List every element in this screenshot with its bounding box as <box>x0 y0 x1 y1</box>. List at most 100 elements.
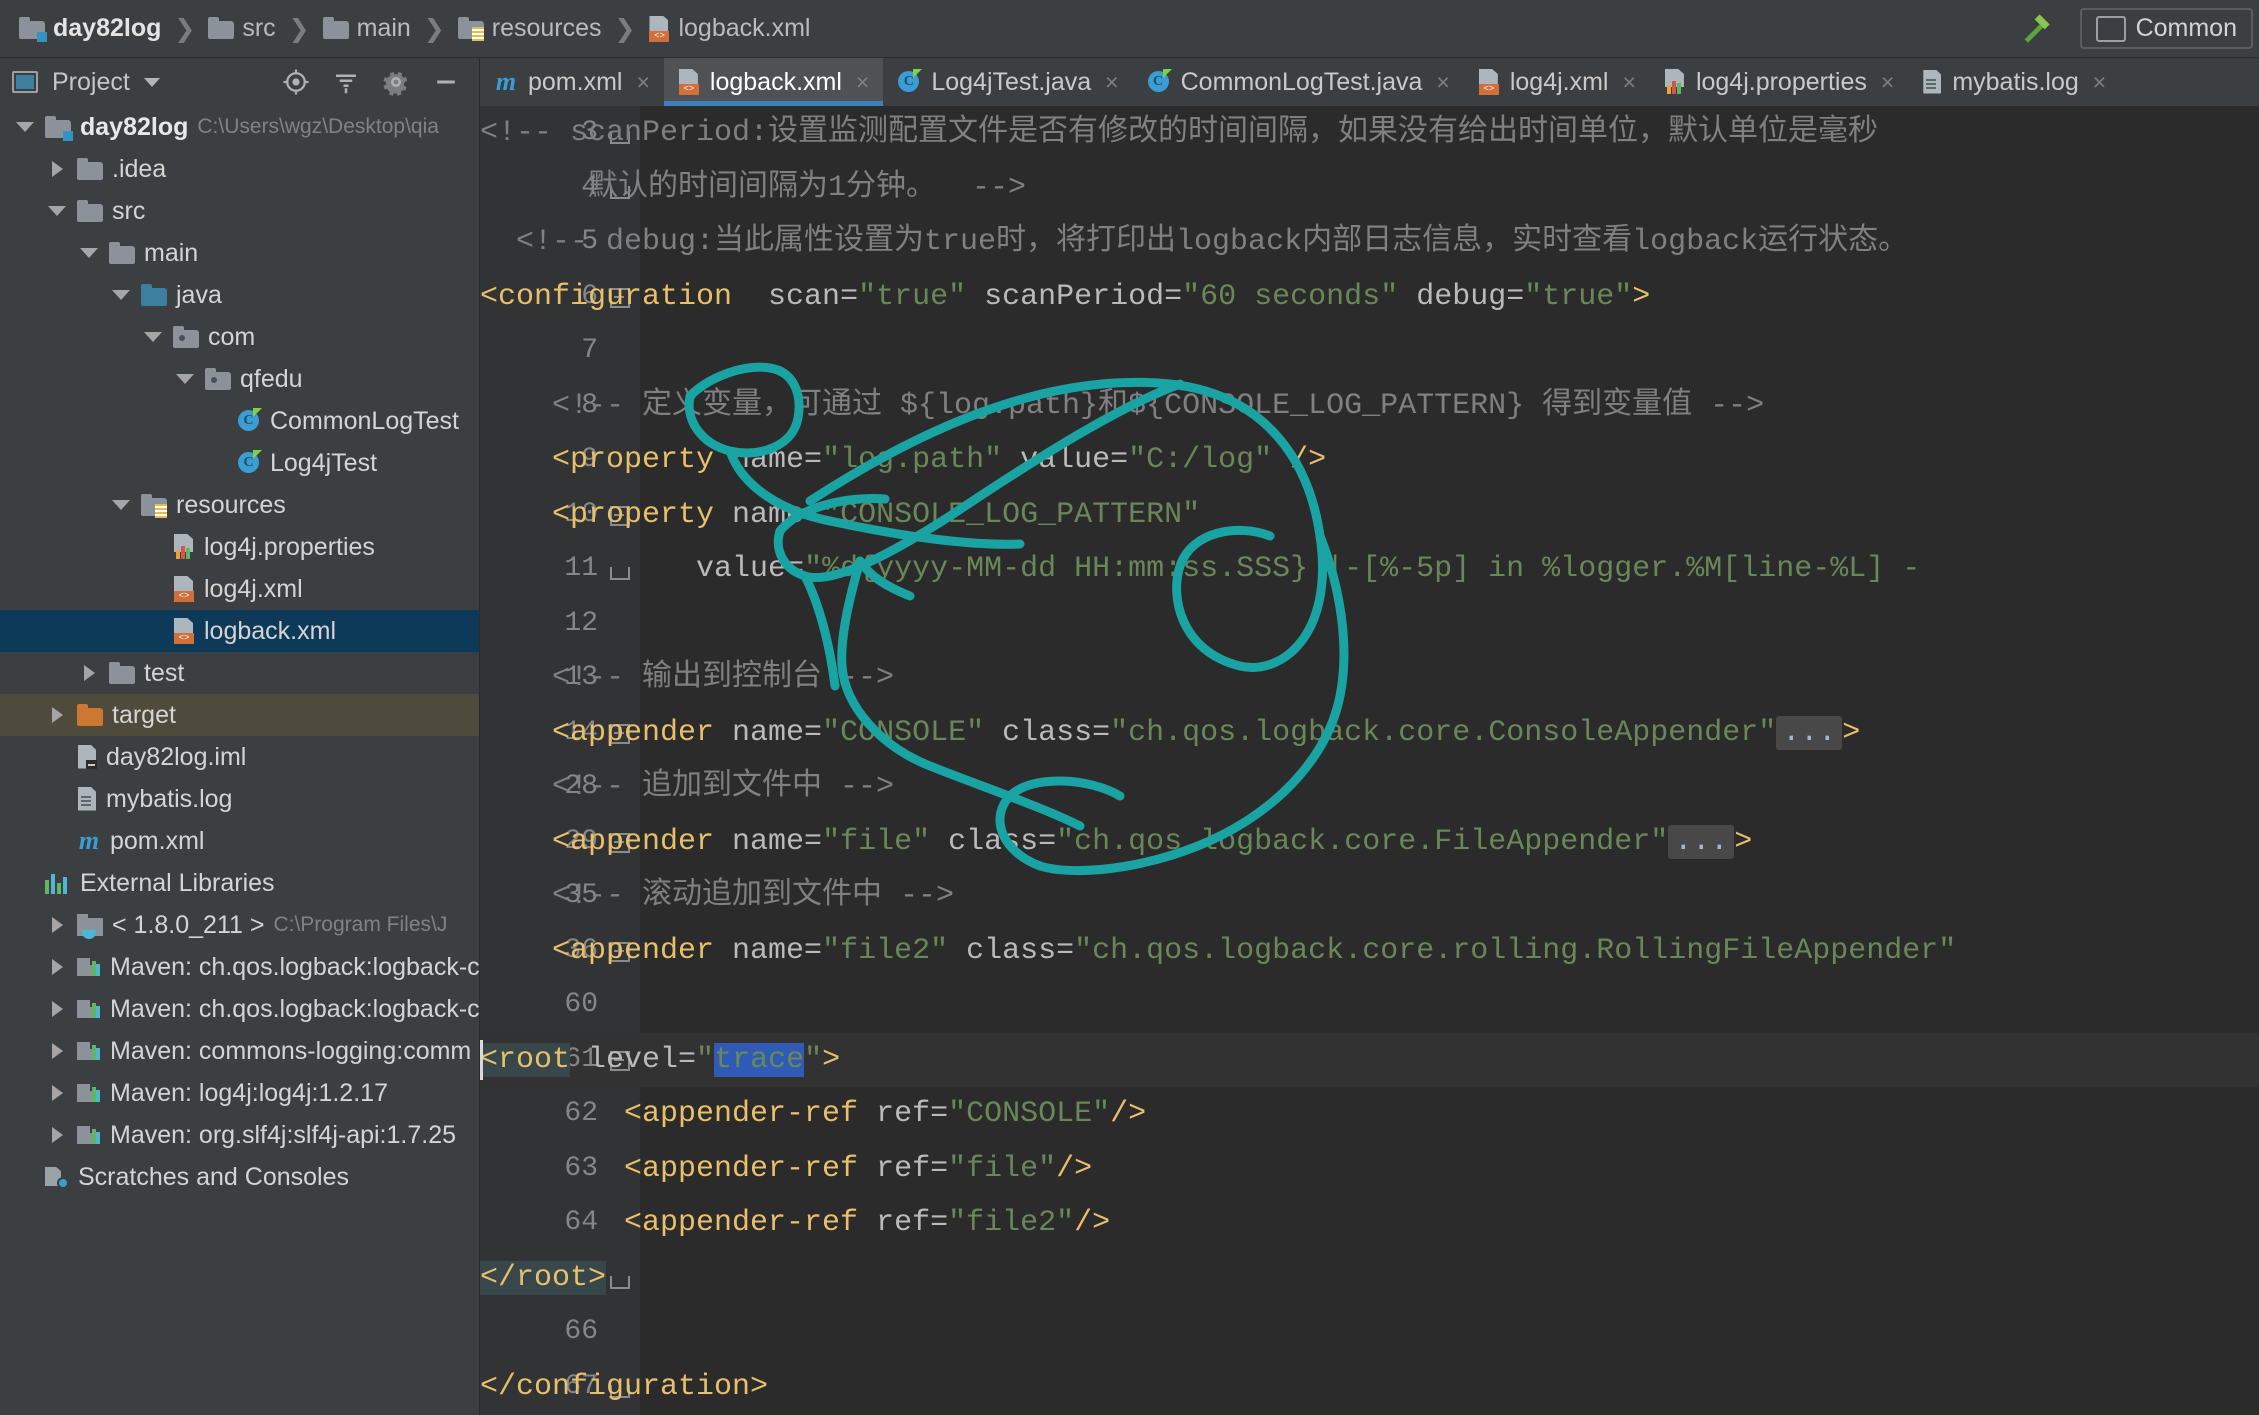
close-icon[interactable]: × <box>636 69 649 96</box>
tree-folder-item[interactable]: Maven: log4j:log4j:1.2.17 <box>0 1072 479 1114</box>
chevron-right-icon[interactable] <box>46 1043 68 1059</box>
code-line[interactable]: 29 <appender name="file" class="ch.qos.l… <box>480 815 2259 870</box>
tree-file-item[interactable]: External Libraries <box>0 862 479 904</box>
code-line[interactable]: 10 <property name="CONSOLE_LOG_PATTERN" <box>480 488 2259 543</box>
code-line[interactable]: 9 <property name="log.path" value="C:/lo… <box>480 433 2259 488</box>
code-line[interactable]: 13 <!-- 输出到控制台 --> <box>480 651 2259 706</box>
tree-file-item[interactable]: Scratches and Consoles <box>0 1156 479 1198</box>
tree-folder-item[interactable]: Maven: commons-logging:comm <box>0 1030 479 1072</box>
settings-gear-icon[interactable] <box>381 67 411 97</box>
code-line[interactable]: 12 <box>480 597 2259 652</box>
tree-folder-item[interactable]: com <box>0 316 479 358</box>
code-line[interactable]: 4 默认的时间间隔为1分钟。 --> <box>480 161 2259 216</box>
chevron-right-icon[interactable] <box>46 1127 68 1143</box>
tree-folder-item[interactable]: day82log C:\Users\wgz\Desktop\qia <box>0 106 479 148</box>
code-line[interactable]: 65</root> <box>480 1251 2259 1306</box>
tree-folder-item[interactable]: src <box>0 190 479 232</box>
close-icon[interactable]: × <box>856 69 869 96</box>
chevron-down-icon[interactable] <box>110 290 132 300</box>
close-icon[interactable]: × <box>1436 69 1449 96</box>
editor-tab[interactable]: <> log4j.xml × <box>1464 58 1650 106</box>
tree-folder-item[interactable]: main <box>0 232 479 274</box>
chevron-down-icon[interactable] <box>14 122 36 132</box>
run-configuration-selector[interactable]: Common <box>2079 8 2253 49</box>
chevron-right-icon[interactable] <box>46 161 68 177</box>
tree-folder-item[interactable]: target <box>0 694 479 736</box>
tree-folder-item[interactable]: test <box>0 652 479 694</box>
editor-tab[interactable]: mybatis.log × <box>1908 58 2120 106</box>
tree-folder-item[interactable]: Maven: org.slf4j:slf4j-api:1.7.25 <box>0 1114 479 1156</box>
breadcrumb-item-resources[interactable]: resources <box>453 14 607 43</box>
close-icon[interactable]: × <box>2093 69 2106 96</box>
project-tree[interactable]: day82log C:\Users\wgz\Desktop\qia .idea src… <box>0 106 479 1415</box>
breadcrumb-item-src[interactable]: src <box>203 14 280 43</box>
chevron-down-icon[interactable] <box>46 206 68 216</box>
code-line[interactable]: 63 <appender-ref ref="file"/> <box>480 1142 2259 1197</box>
tree-folder-item[interactable]: .idea <box>0 148 479 190</box>
tree-folder-item[interactable]: qfedu <box>0 358 479 400</box>
tree-file-item[interactable]: day82log.iml <box>0 736 479 778</box>
code-line[interactable]: 5 <!-- debug:当此属性设置为true时，将打印出logback内部日… <box>480 215 2259 270</box>
chevron-right-icon[interactable] <box>46 917 68 933</box>
breadcrumb-item-main[interactable]: main <box>318 14 416 43</box>
editor-tab-bar[interactable]: m pom.xml × <> logback.xml × C Log4jTest.java × C… <box>480 58 2259 106</box>
chevron-down-icon[interactable] <box>142 332 164 342</box>
tree-file-item[interactable]: C Log4jTest <box>0 442 479 484</box>
code-line[interactable]: 8 <!-- 定义变量，可通过 ${log.path}和${CONSOLE_LO… <box>480 379 2259 434</box>
hammer-icon[interactable] <box>2016 6 2060 51</box>
editor-tab[interactable]: C Log4jTest.java × <box>883 58 1132 106</box>
tree-item-label: pom.xml <box>110 826 205 855</box>
code-line[interactable]: 3 <!-- scanPeriod:设置监测配置文件是否有修改的时间间隔，如果没有… <box>480 106 2259 161</box>
chevron-right-icon[interactable] <box>78 665 100 681</box>
close-icon[interactable]: × <box>1623 69 1636 96</box>
code-editor[interactable]: 3 <!-- scanPeriod:设置监测配置文件是否有修改的时间间隔，如果没有… <box>480 106 2259 1415</box>
tree-folder-item[interactable]: < 1.8.0_211 > C:\Program Files\J <box>0 904 479 946</box>
chevron-right-icon[interactable] <box>46 707 68 723</box>
tree-file-item[interactable]: m pom.xml <box>0 820 479 862</box>
chevron-down-icon[interactable] <box>110 500 132 510</box>
code-line[interactable]: 6 <configuration scan="true" scanPeriod="… <box>480 270 2259 325</box>
editor-tab[interactable]: m pom.xml × <box>480 58 664 106</box>
code-line[interactable]: 11 value="%d{yyyy-MM-dd HH:mm:ss.SSS} |-… <box>480 542 2259 597</box>
tree-file-item[interactable]: <> log4j.xml <box>0 568 479 610</box>
close-icon[interactable]: × <box>1881 69 1894 96</box>
editor-tab[interactable]: log4j.properties × <box>1650 58 1908 106</box>
chevron-right-icon[interactable] <box>46 1001 68 1017</box>
tree-file-item[interactable]: log4j.properties <box>0 526 479 568</box>
chevron-down-icon[interactable] <box>174 374 196 384</box>
chevron-down-icon[interactable] <box>143 77 160 87</box>
chevron-right-icon[interactable] <box>46 959 68 975</box>
breadcrumb-item-project[interactable]: day82log <box>14 14 166 43</box>
chevron-right-icon[interactable] <box>46 1085 68 1101</box>
tree-file-item[interactable]: C CommonLogTest <box>0 400 479 442</box>
code-content[interactable]: 3 <!-- scanPeriod:设置监测配置文件是否有修改的时间间隔，如果没有… <box>480 106 2259 1414</box>
tree-folder-item[interactable]: resources <box>0 484 479 526</box>
chevron-down-icon[interactable] <box>78 248 100 258</box>
tree-file-item[interactable]: mybatis.log <box>0 778 479 820</box>
folded-region-ellipsis[interactable]: ... <box>1668 824 1735 859</box>
code-line[interactable]: 28 <!-- 追加到文件中 --> <box>480 760 2259 815</box>
folded-region-ellipsis[interactable]: ... <box>1776 715 1843 750</box>
tree-folder-item[interactable]: Maven: ch.qos.logback:logback-co <box>0 988 479 1030</box>
close-icon[interactable]: × <box>1105 69 1118 96</box>
code-line[interactable]: 60 <box>480 978 2259 1033</box>
code-line[interactable]: 7 <box>480 324 2259 379</box>
code-line[interactable]: 64 <appender-ref ref="file2"/> <box>480 1196 2259 1251</box>
code-line[interactable]: 35 <!-- 滚动追加到文件中 --> <box>480 869 2259 924</box>
code-line[interactable]: 62 <appender-ref ref="CONSOLE"/> <box>480 1087 2259 1142</box>
code-line[interactable]: 66 <box>480 1305 2259 1360</box>
code-line[interactable]: 36 <appender name="file2" class="ch.qos.… <box>480 924 2259 979</box>
tree-folder-item[interactable]: Maven: ch.qos.logback:logback-cl <box>0 946 479 988</box>
editor-tab[interactable]: <> logback.xml × <box>663 58 884 106</box>
editor-tab[interactable]: C CommonLogTest.java × <box>1133 58 1464 106</box>
tree-folder-item[interactable]: java <box>0 274 479 316</box>
minimize-icon[interactable] <box>431 67 461 97</box>
locate-icon[interactable] <box>281 67 311 97</box>
tree-file-item[interactable]: <> logback.xml <box>0 610 479 652</box>
code-line[interactable]: 61 <root level="trace"> <box>480 1032 2259 1087</box>
fold-collapse-icon[interactable] <box>610 1269 630 1289</box>
breadcrumb-item-file[interactable]: <> logback.xml <box>643 14 815 43</box>
code-line[interactable]: 67 </configuration> <box>480 1360 2259 1415</box>
code-line[interactable]: 14 <appender name="CONSOLE" class="ch.qo… <box>480 706 2259 761</box>
collapse-all-icon[interactable] <box>331 67 361 97</box>
